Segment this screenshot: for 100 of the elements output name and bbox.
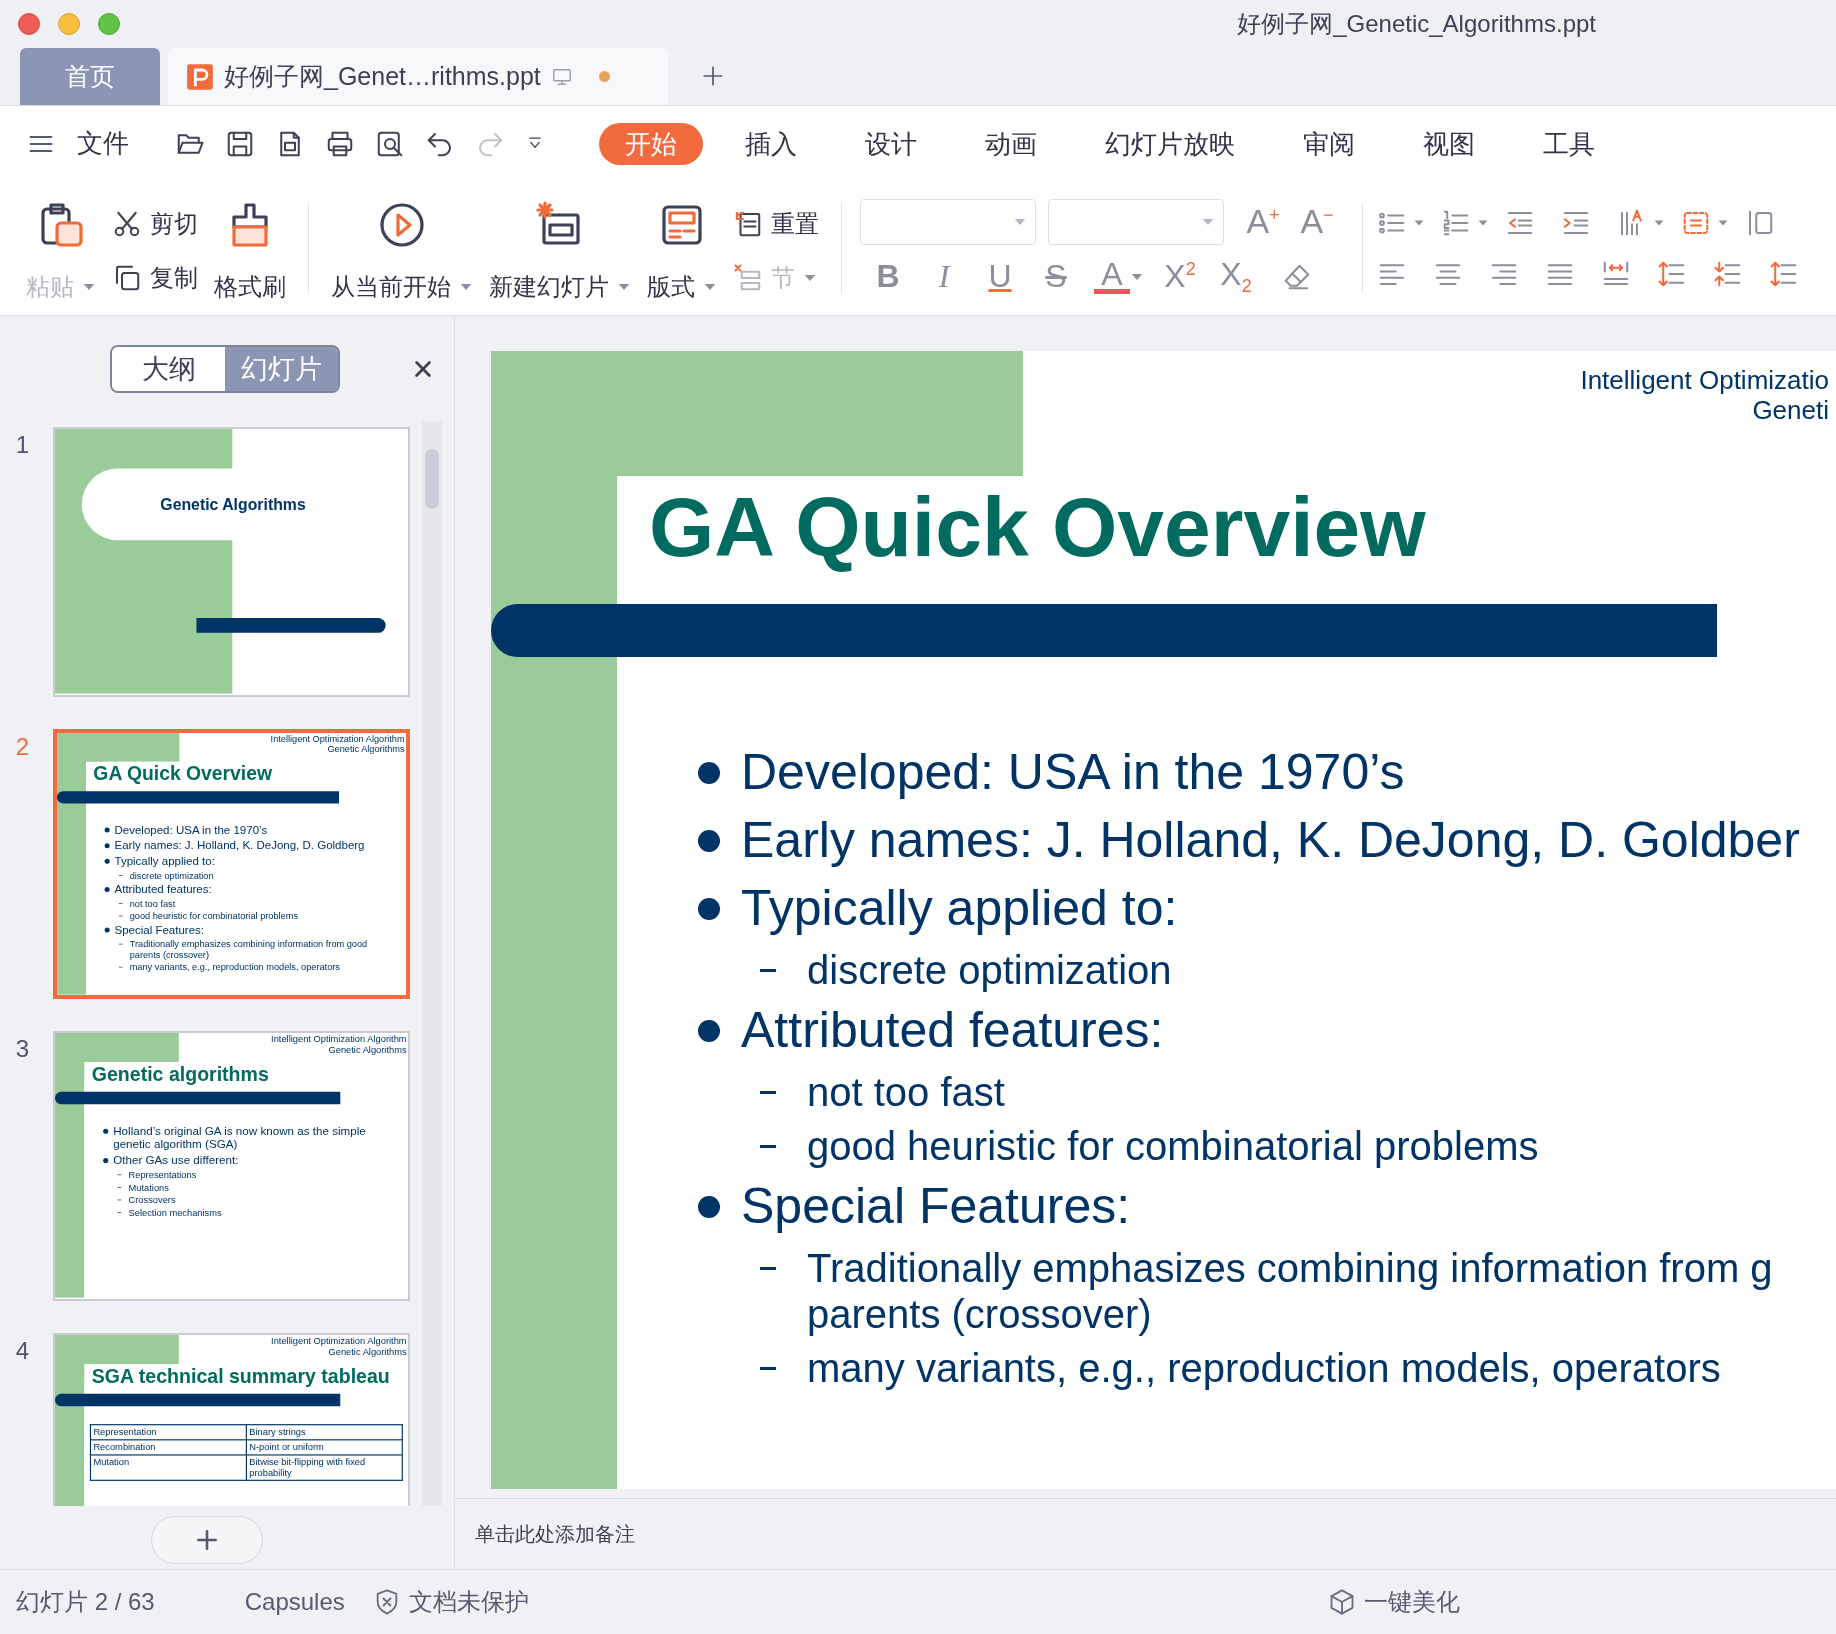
bullet-text: Holland’s original GA is now known as the simple genetic algorithm (SGA) [113, 1124, 367, 1152]
reset-icon [733, 209, 763, 239]
bullet-text: Representations [128, 1169, 197, 1181]
bullet-text: Special Features: [114, 923, 205, 937]
bullet-dot [104, 858, 110, 864]
button-label: 节 [771, 263, 795, 293]
slide-header-text: Geneti [1751, 395, 1829, 425]
play-from-current-button[interactable]: 从当前开始 [323, 181, 481, 315]
theme-name[interactable]: Capsules [244, 1588, 345, 1616]
ribbon-tab[interactable]: 幻灯片放映 [1079, 122, 1261, 165]
slide-title: GA Quick Overview [93, 762, 272, 785]
ribbon-tab[interactable]: 动画 [959, 122, 1063, 165]
bullet-dot [104, 886, 110, 892]
bullet-text: Other GAs use different: [113, 1153, 239, 1168]
bullet-dot [104, 843, 110, 849]
slide-header-text: Genetic Algorithms [327, 1346, 407, 1357]
bullet-text: Special Features: [741, 1177, 1131, 1235]
bullet-text: Typically applied to: [114, 854, 215, 868]
slide-title: Genetic algorithms [91, 1062, 269, 1086]
copy-button[interactable]: 复制 [112, 262, 198, 294]
slide-thumbnail[interactable]: Intelligent Optimization Algorithm Genetic Algorithms SGA technical summary tableau Representation Binary strings Recombination N-point or uniform Mutation Bitwise bit-flipping with fixed probability [53, 1333, 410, 1506]
ribbon-tab[interactable]: 工具 [1517, 122, 1621, 165]
slide-title: GA Quick Overview [649, 479, 1426, 576]
ribbon-tab[interactable]: 审阅 [1277, 122, 1381, 165]
section-icon [733, 263, 763, 293]
presentation-file-icon [186, 62, 214, 91]
slide-header-text: Genetic Algorithms [327, 744, 405, 755]
plus-icon [194, 1527, 220, 1553]
button-label: 重置 [771, 209, 819, 239]
dash-mark [760, 1145, 776, 1148]
bullet-text: discrete optimization [807, 947, 1172, 993]
layout-button[interactable]: 版式 [639, 181, 725, 315]
unsaved-dot [598, 71, 610, 82]
ribbon-tab[interactable]: 插入 [719, 122, 823, 165]
dash-mark [760, 969, 776, 972]
play-icon [378, 201, 426, 249]
cube-icon [1328, 1588, 1356, 1616]
bullet-text: Developed: USA in the 1970’s [741, 743, 1405, 801]
bullet-text: Developed: USA in the 1970’s [114, 823, 268, 837]
bullet-dot [104, 827, 110, 833]
bullet-text: good heuristic for combinatorial problems [129, 910, 298, 922]
button-label: 格式刷 [214, 272, 286, 302]
button-label: 新建幻灯片 [489, 272, 609, 302]
protection-status[interactable]: 文档未保护 [408, 1586, 529, 1618]
bullet-text: good heuristic for combinatorial problems [807, 1123, 1539, 1169]
notes-field[interactable]: 单击此处添加备注 [473, 1521, 1077, 1547]
beautify-button[interactable]: 一键美化 [1364, 1586, 1460, 1618]
button-label: 剪切 [150, 209, 198, 239]
bullet-text: Early names: J. Holland, K. DeJong, D. Goldber [741, 811, 1800, 869]
bullet-dot [103, 1128, 109, 1134]
format-painter-button[interactable]: 格式刷 [206, 181, 294, 315]
bullet-text: Attributed features: [114, 882, 212, 896]
window-zoom-button[interactable] [98, 13, 120, 35]
bullet-text: many variants, e.g., reproduction models, operators [129, 961, 340, 973]
bullet-text: discrete optimization [129, 870, 214, 881]
button-label: 版式 [647, 272, 695, 302]
bullet-text: Selection mechanisms [128, 1207, 222, 1218]
new-slide-button[interactable]: 新建幻灯片 [481, 181, 639, 315]
tab-title: 好例子网_Genet…rithms.ppt [224, 61, 541, 92]
bullet-text: many variants, e.g., reproduction models, operators [807, 1345, 1721, 1391]
button-label: 从当前开始 [331, 272, 451, 302]
scrollbar[interactable] [422, 421, 442, 1506]
window-title: 好例子网_Genetic_Algorithms.ppt [1237, 9, 1596, 39]
scroll-thumb[interactable] [425, 449, 439, 509]
slide-title: SGA technical summary tableau [91, 1364, 390, 1388]
reset-button[interactable]: 重置 [733, 208, 819, 240]
window-close-button[interactable] [18, 13, 40, 35]
slide-header-text: Genetic Algorithms [327, 1044, 407, 1055]
bullet-text: Typically applied to: [741, 879, 1178, 937]
slide-header-text: Intelligent Optimization Algorithm [270, 733, 405, 745]
slide-number: 3 [14, 1034, 31, 1063]
slide-title: Genetic Algorithms [160, 495, 306, 514]
bullet-text: Attributed features: [741, 1001, 1164, 1059]
button-label: 粘贴 [26, 272, 74, 302]
dash-mark [760, 1367, 776, 1370]
ribbon-tab[interactable]: 设计 [839, 122, 943, 165]
bullet-text: Crossovers [128, 1194, 176, 1206]
slide-thumbnail[interactable]: Genetic Algorithms [53, 427, 410, 697]
window-minimize-button[interactable] [58, 13, 80, 35]
bullet-text: not too fast [807, 1069, 1005, 1115]
slide-header-text: Intelligent Optimizatio [1580, 365, 1829, 395]
cut-button[interactable]: 剪切 [112, 208, 198, 240]
dash-mark [760, 1267, 776, 1270]
slide-thumbnail[interactable] [53, 1031, 410, 1301]
bullet-text: Traditionally emphasizes combining information from good parents (crossover) [129, 938, 369, 960]
bullet-text: Traditionally emphasizes combining information from g parents (crossover) [807, 1245, 1774, 1337]
slide-counter: 幻灯片 2 / 63 [16, 1587, 155, 1617]
dash-mark [760, 1091, 776, 1094]
slide-number: 1 [14, 430, 31, 459]
font-size-field[interactable] [1048, 198, 1224, 245]
file-menu[interactable]: 文件 [77, 126, 129, 161]
slide-thumbnail[interactable] [53, 729, 410, 999]
view-toggle[interactable]: 大纲 [112, 346, 225, 391]
slide-number: 2 [14, 732, 31, 761]
bullet-text: not too fast [129, 898, 176, 909]
document-tab[interactable]: 好例子网_Genet…rithms.ppt [168, 48, 668, 105]
font-name-field[interactable] [860, 198, 1036, 245]
scissors-icon [112, 209, 142, 239]
slide-number: 4 [14, 1336, 31, 1365]
ribbon-tab[interactable]: 视图 [1397, 122, 1501, 165]
